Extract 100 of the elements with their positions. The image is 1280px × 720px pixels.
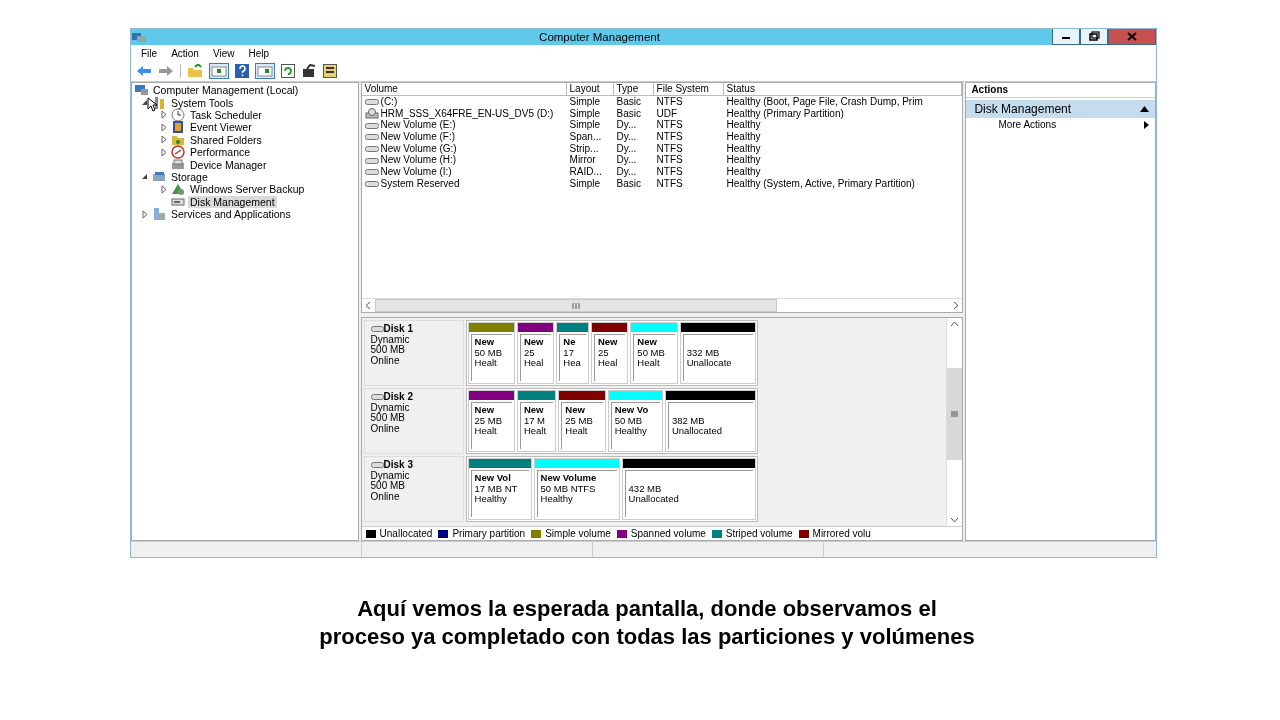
- tree-item[interactable]: Shared Folders: [188, 133, 264, 146]
- tree-item[interactable]: Services and Applications: [169, 208, 293, 221]
- column-header[interactable]: Layout: [566, 83, 614, 96]
- scroll-thumb[interactable]: [374, 299, 777, 312]
- help-icon[interactable]: [235, 64, 249, 78]
- scroll-thumb[interactable]: [947, 368, 963, 460]
- menu-item[interactable]: View: [212, 47, 235, 59]
- partition-detail: Healt: [565, 426, 589, 437]
- gauge-icon: [171, 145, 185, 160]
- partition-detail: Healthy: [614, 426, 648, 437]
- partition[interactable]: New 25 MB Healt: [467, 390, 515, 452]
- disk-label[interactable]: Disk 1 Dynamic 500 MB Online: [363, 320, 464, 386]
- partition[interactable]: New 50 MB Healt: [467, 322, 515, 384]
- legend-label: Spanned volume: [630, 528, 706, 539]
- menu-item[interactable]: Action: [171, 47, 199, 59]
- expanded-arrow-icon[interactable]: [140, 172, 149, 182]
- partition[interactable]: New 25 Heal: [590, 322, 629, 384]
- partition-title: New: [474, 405, 496, 416]
- partition[interactable]: New 50 MB Healt: [630, 322, 678, 384]
- disk-type: Dynamic: [370, 334, 411, 345]
- collapse-arrow-icon[interactable]: [1140, 106, 1149, 112]
- partition[interactable]: 432 MB Unallocated: [621, 458, 756, 520]
- table-cell-text: Span...: [568, 131, 603, 143]
- action-link[interactable]: More Actions: [998, 119, 1057, 130]
- pane-icon[interactable]: [255, 63, 275, 79]
- column-header[interactable]: Volume: [361, 83, 567, 96]
- partition-detail: 17 MB NT: [474, 483, 519, 494]
- collapsed-arrow-icon[interactable]: [140, 209, 149, 219]
- pane-header: Actions: [966, 83, 1155, 98]
- partition-title: Ne: [563, 337, 577, 348]
- collapsed-arrow-icon[interactable]: [159, 122, 168, 132]
- menu-item[interactable]: Help: [248, 47, 269, 59]
- clock-icon: [171, 108, 185, 122]
- tree-item[interactable]: Task Scheduler: [188, 108, 264, 121]
- storage-icon: [152, 169, 166, 184]
- table-cell-text: Basic: [615, 96, 642, 108]
- mouse-cursor-icon: [147, 97, 157, 112]
- collapsed-arrow-icon[interactable]: [159, 135, 168, 145]
- collapsed-arrow-icon[interactable]: [159, 184, 168, 194]
- tree-item[interactable]: Performance: [188, 146, 253, 159]
- menu-item[interactable]: File: [141, 47, 158, 59]
- expanded-arrow-icon[interactable]: [140, 98, 149, 108]
- services-icon: [152, 207, 166, 222]
- table-cell-text: Dy...: [615, 154, 638, 167]
- table-cell-text: Healthy (System, Active, Primary Partition): [725, 177, 916, 190]
- minimize-icon[interactable]: [1052, 29, 1080, 45]
- drive-icon: [370, 461, 384, 470]
- drive-icon: [364, 167, 379, 177]
- partition-detail: Healt: [637, 358, 661, 369]
- table-cell-text: NTFS: [655, 177, 684, 190]
- partition-title: New: [523, 405, 545, 416]
- disk-size: 500 MB: [370, 413, 406, 424]
- tree-item[interactable]: Device Manager: [188, 158, 269, 171]
- disk-type: Dynamic: [370, 470, 411, 481]
- tree-item[interactable]: Computer Management (Local): [151, 84, 301, 97]
- forward-arrow-icon[interactable]: [158, 65, 174, 77]
- refresh-icon[interactable]: [281, 64, 295, 78]
- submenu-arrow-icon[interactable]: [1144, 120, 1149, 129]
- column-header[interactable]: Type: [613, 83, 654, 96]
- table-cell-text: Simple: [568, 107, 602, 120]
- partition-detail: 25 MB: [474, 415, 504, 426]
- collapsed-arrow-icon[interactable]: [159, 147, 168, 157]
- back-arrow-icon[interactable]: [136, 65, 152, 77]
- window-title: Computer Management: [538, 31, 661, 43]
- pane-icon[interactable]: [209, 63, 229, 79]
- partition[interactable]: New Volume 50 MB NTFS Healthy: [533, 458, 620, 520]
- tree-item[interactable]: Disk Management: [188, 195, 277, 208]
- restore-icon[interactable]: [1080, 29, 1108, 45]
- properties-icon[interactable]: [323, 64, 337, 78]
- drive-icon: [364, 97, 379, 107]
- printer-icon: [171, 157, 185, 172]
- tree-item[interactable]: Windows Server Backup: [188, 183, 307, 196]
- scroll-right-icon[interactable]: [949, 299, 963, 312]
- partition-detail: Healt: [474, 426, 498, 437]
- partition[interactable]: 332 MB Unallocate: [679, 322, 756, 384]
- collapsed-arrow-icon[interactable]: [159, 110, 168, 120]
- partition[interactable]: Ne 17 Hea: [556, 322, 589, 384]
- partition[interactable]: New Vo 50 MB Healthy: [607, 390, 663, 452]
- export-icon[interactable]: [301, 64, 317, 78]
- close-icon[interactable]: [1108, 29, 1156, 45]
- scroll-left-icon[interactable]: [361, 299, 375, 312]
- partition[interactable]: New 17 M Healt: [516, 390, 557, 452]
- tree-item[interactable]: Storage: [169, 170, 210, 183]
- partition-title: New: [597, 337, 619, 348]
- disk-label[interactable]: Disk 3 Dynamic 500 MB Online: [363, 456, 464, 522]
- tree-item[interactable]: Event Viewer: [188, 121, 254, 134]
- table-cell: System Reserved: [380, 177, 460, 190]
- legend-label: Striped volume: [725, 528, 793, 539]
- table-cell: New Volume (H:): [380, 154, 457, 167]
- partition[interactable]: New 25 Heal: [516, 322, 555, 384]
- table-cell-text: Healthy: [725, 154, 762, 167]
- partition[interactable]: New 25 MB Healt: [558, 390, 606, 452]
- disk-label[interactable]: Disk 2 Dynamic 500 MB Online: [363, 388, 464, 454]
- tree-item[interactable]: System Tools: [169, 96, 236, 109]
- partition[interactable]: 382 MB Unallocated: [664, 390, 756, 452]
- column-header[interactable]: Status: [723, 83, 963, 96]
- column-header[interactable]: File System: [653, 83, 724, 96]
- partition-detail: 25: [597, 347, 610, 358]
- folder-icon[interactable]: [187, 64, 203, 78]
- partition[interactable]: New Vol 17 MB NT Healthy: [467, 458, 532, 520]
